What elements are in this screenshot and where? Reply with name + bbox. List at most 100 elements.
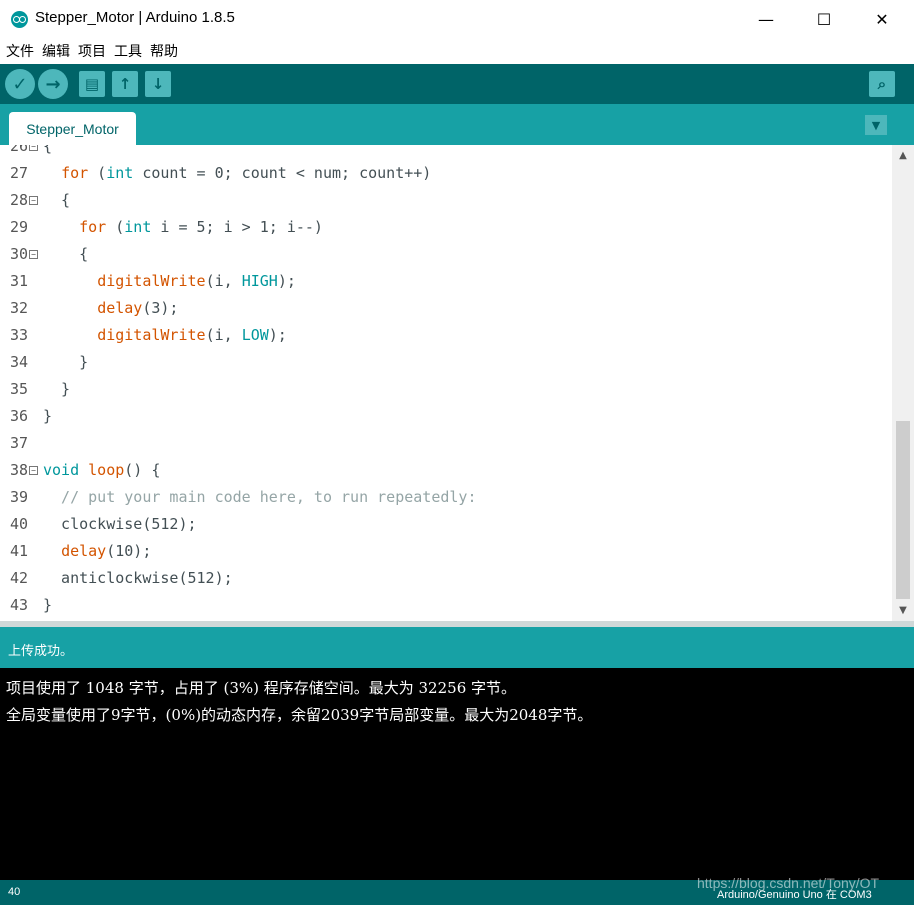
code-line[interactable]: 43} — [0, 592, 892, 619]
status-bar: 上传成功。 — [0, 627, 914, 668]
line-number: 33 — [10, 326, 29, 344]
code-line[interactable]: 39 // put your main code here, to run re… — [0, 484, 892, 511]
code-text: { — [43, 245, 89, 263]
code-line[interactable]: 42 anticlockwise(512); — [0, 565, 892, 592]
minimize-icon: — — [758, 9, 774, 29]
tab-label: Stepper_Motor — [26, 120, 119, 137]
code-text: delay(3); — [97, 299, 179, 317]
close-button[interactable]: ✕ — [853, 0, 911, 38]
minimize-button[interactable]: — — [737, 0, 795, 38]
line-number: 43 — [10, 596, 29, 614]
line-number: 27 — [10, 164, 29, 182]
code-text: // put your main code here, to run repea… — [43, 488, 477, 506]
line-number: 34 — [10, 353, 29, 371]
code-line[interactable]: 31 digitalWrite(i, HIGH); — [0, 268, 892, 295]
magnifier-icon: ⌕ — [877, 75, 887, 93]
code-line[interactable]: 37 — [0, 430, 892, 457]
toolbar: ✓ → ▤ ↑ ↓ ⌕ — [0, 64, 914, 104]
code-line[interactable]: 28− { — [0, 187, 892, 214]
tab-strip: Stepper_Motor ▼ — [0, 104, 914, 145]
code-text: delay(10); — [61, 542, 152, 560]
line-number: 37 — [10, 434, 29, 452]
code-text: digitalWrite(i, HIGH); — [97, 272, 296, 290]
line-number: 35 — [10, 380, 29, 398]
menu-bar: 文件 编辑 项目 工具 帮助 — [0, 38, 914, 62]
line-number: 32 — [10, 299, 29, 317]
watermark-text: https://blog.csdn.net/Tony/OT — [697, 875, 880, 891]
serial-monitor-button[interactable]: ⌕ — [869, 71, 895, 97]
code-line[interactable]: 27 for (int count = 0; count < num; coun… — [0, 160, 892, 187]
code-text: } — [43, 407, 53, 425]
menu-help[interactable]: 帮助 — [144, 38, 178, 62]
new-file-icon: ▤ — [84, 75, 100, 93]
maximize-icon: ☐ — [816, 9, 832, 29]
save-button[interactable]: ↓ — [145, 71, 171, 97]
code-text: } — [43, 380, 71, 398]
line-number: 38 — [10, 461, 29, 479]
code-text: for (int i = 5; i > 1; i--) — [79, 218, 323, 236]
tab-stepper-motor[interactable]: Stepper_Motor — [9, 112, 136, 145]
menu-sketch[interactable]: 项目 — [72, 38, 106, 62]
code-editor[interactable]: 26−{27 for (int count = 0; count < num; … — [0, 145, 892, 621]
code-line[interactable]: 36} — [0, 403, 892, 430]
code-text: { — [43, 145, 53, 155]
code-line[interactable]: 35 } — [0, 376, 892, 403]
window-title: Stepper_Motor | Arduino 1.8.5 — [35, 9, 235, 26]
code-line[interactable]: 32 delay(3); — [0, 295, 892, 322]
title-bar: Stepper_Motor | Arduino 1.8.5 — ☐ ✕ — [0, 0, 914, 38]
console-line: 项目使用了 1048 字节，占用了 (3%) 程序存储空间。最大为 32256 … — [6, 679, 517, 697]
line-number: 31 — [10, 272, 29, 290]
line-number: 29 — [10, 218, 29, 236]
checkmark-icon: ✓ — [12, 73, 28, 95]
menu-edit[interactable]: 编辑 — [36, 38, 70, 62]
line-number: 39 — [10, 488, 29, 506]
code-line[interactable]: 30− { — [0, 241, 892, 268]
code-line[interactable]: 26−{ — [0, 145, 892, 160]
open-button[interactable]: ↑ — [112, 71, 138, 97]
line-number: 36 — [10, 407, 29, 425]
fold-toggle-icon[interactable]: − — [29, 466, 38, 475]
line-number: 42 — [10, 569, 29, 587]
code-line[interactable]: 40 clockwise(512); — [0, 511, 892, 538]
new-sketch-button[interactable]: ▤ — [79, 71, 105, 97]
editor-scrollbar[interactable]: ▲ ▼ — [892, 145, 914, 621]
code-text: anticlockwise(512); — [43, 569, 233, 587]
scroll-up-icon[interactable]: ▲ — [892, 147, 914, 164]
code-line[interactable]: 33 digitalWrite(i, LOW); — [0, 322, 892, 349]
code-line[interactable]: 34 } — [0, 349, 892, 376]
console-line: 全局变量使用了9字节，(0%)的动态内存，余留2039字节局部变量。最大为204… — [6, 706, 593, 724]
scroll-down-icon[interactable]: ▼ — [892, 602, 914, 619]
menu-file[interactable]: 文件 — [0, 38, 34, 62]
current-line-number: 40 — [8, 886, 21, 898]
line-number: 41 — [10, 542, 29, 560]
scroll-thumb[interactable] — [896, 421, 910, 599]
arrow-down-icon: ↓ — [151, 75, 165, 93]
line-number: 26 — [10, 145, 29, 155]
tab-menu-button[interactable]: ▼ — [865, 115, 887, 135]
upload-button[interactable]: → — [38, 69, 68, 99]
code-line[interactable]: 29 for (int i = 5; i > 1; i--) — [0, 214, 892, 241]
close-icon: ✕ — [875, 9, 889, 29]
code-text: { — [43, 191, 71, 209]
fold-toggle-icon[interactable]: − — [29, 196, 38, 205]
code-text: } — [43, 596, 53, 614]
code-text: digitalWrite(i, LOW); — [97, 326, 287, 344]
status-message: 上传成功。 — [8, 644, 74, 659]
chevron-down-icon: ▼ — [871, 118, 881, 132]
maximize-button[interactable]: ☐ — [795, 0, 853, 38]
arrow-right-icon: → — [45, 73, 61, 95]
code-text: for (int count = 0; count < num; count++… — [61, 164, 432, 182]
fold-toggle-icon[interactable]: − — [29, 250, 38, 259]
fold-toggle-icon[interactable]: − — [29, 145, 38, 151]
verify-button[interactable]: ✓ — [5, 69, 35, 99]
line-number: 28 — [10, 191, 29, 209]
code-line[interactable]: 38− void loop() { — [0, 457, 892, 484]
arduino-logo-icon — [11, 11, 28, 28]
code-line[interactable]: 41 delay(10); — [0, 538, 892, 565]
arrow-up-icon: ↑ — [118, 75, 132, 93]
code-text: clockwise(512); — [43, 515, 197, 533]
code-text: void loop() { — [43, 461, 161, 479]
menu-tools[interactable]: 工具 — [108, 38, 142, 62]
line-number: 30 — [10, 245, 29, 263]
console-output: 项目使用了 1048 字节，占用了 (3%) 程序存储空间。最大为 32256 … — [0, 668, 914, 880]
